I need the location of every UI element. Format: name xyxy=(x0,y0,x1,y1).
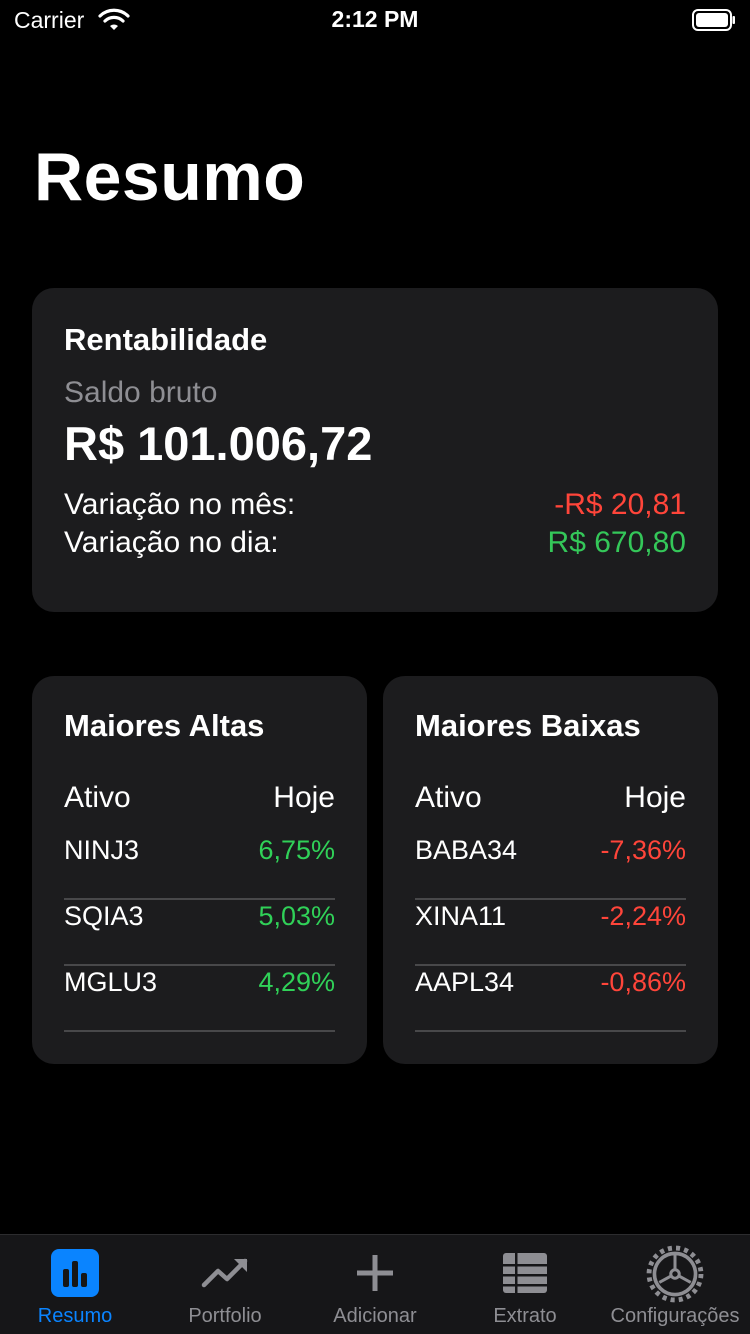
variacao-dia-label: Variação no dia: xyxy=(64,526,279,559)
screen: Carrier 2:12 PM Resumo Rentabilidade Sal… xyxy=(0,0,750,1334)
trend-up-icon xyxy=(201,1258,248,1288)
table-row[interactable]: BABA34 -7,36% xyxy=(415,834,686,900)
table-row[interactable]: AAPL34 -0,86% xyxy=(415,966,686,1032)
baixas-col-hoje: Hoje xyxy=(624,781,686,814)
tab-configuracoes[interactable]: Configurações xyxy=(600,1235,750,1334)
tab-extrato[interactable]: Extrato xyxy=(450,1235,600,1334)
plus-icon xyxy=(357,1255,393,1291)
altas-col-hoje: Hoje xyxy=(273,781,335,814)
tab-bar: Resumo Portfolio Adicionar Extrato Confi… xyxy=(0,1234,750,1334)
ticker: XINA11 xyxy=(415,901,507,931)
maiores-altas-card[interactable]: Maiores Altas Ativo Hoje NINJ3 6,75% SQI… xyxy=(32,676,367,1064)
gear-icon xyxy=(646,1245,704,1303)
ticker: NINJ3 xyxy=(64,835,140,865)
change-value: -0,86% xyxy=(600,967,686,997)
saldo-bruto-label: Saldo bruto xyxy=(64,376,218,409)
ticker: AAPL34 xyxy=(415,967,515,997)
tab-label: Configurações xyxy=(610,1305,740,1327)
variacao-mes-label: Variação no mês: xyxy=(64,488,296,521)
change-value: -2,24% xyxy=(600,901,686,931)
variacao-dia-value: R$ 670,80 xyxy=(547,526,686,559)
altas-col-ativo: Ativo xyxy=(64,781,131,814)
tab-label: Resumo xyxy=(37,1305,113,1327)
tab-portfolio[interactable]: Portfolio xyxy=(150,1235,300,1334)
clock: 2:12 PM xyxy=(331,6,419,32)
bar-chart-icon xyxy=(51,1249,99,1297)
tab-label: Extrato xyxy=(493,1305,557,1327)
maiores-altas-title: Maiores Altas xyxy=(64,708,265,743)
page-title: Resumo xyxy=(34,139,306,215)
table-row[interactable]: XINA11 -2,24% xyxy=(415,900,686,966)
tab-label: Portfolio xyxy=(188,1305,262,1327)
tab-adicionar[interactable]: Adicionar xyxy=(300,1235,450,1334)
maiores-baixas-title: Maiores Baixas xyxy=(415,708,641,743)
ticker: MGLU3 xyxy=(64,967,158,997)
list-icon xyxy=(503,1253,547,1293)
baixas-col-ativo: Ativo xyxy=(415,781,482,814)
saldo-bruto-value: R$ 101.006,72 xyxy=(64,417,373,470)
tab-resumo[interactable]: Resumo xyxy=(0,1235,150,1334)
tab-label: Adicionar xyxy=(333,1305,417,1327)
status-bar: Carrier 2:12 PM xyxy=(0,0,750,40)
rentabilidade-title: Rentabilidade xyxy=(64,322,268,357)
table-row[interactable]: SQIA3 5,03% xyxy=(64,900,335,966)
battery-icon xyxy=(692,9,735,31)
ticker: BABA34 xyxy=(415,835,518,865)
change-value: 5,03% xyxy=(258,901,335,931)
change-value: 4,29% xyxy=(258,967,335,997)
change-value: -7,36% xyxy=(600,835,686,865)
maiores-baixas-card[interactable]: Maiores Baixas Ativo Hoje BABA34 -7,36% … xyxy=(383,676,718,1064)
table-row[interactable]: NINJ3 6,75% xyxy=(64,834,335,900)
change-value: 6,75% xyxy=(258,835,335,865)
ticker: SQIA3 xyxy=(64,901,144,931)
table-row[interactable]: MGLU3 4,29% xyxy=(64,966,335,1032)
variacao-mes-value: -R$ 20,81 xyxy=(554,488,686,521)
